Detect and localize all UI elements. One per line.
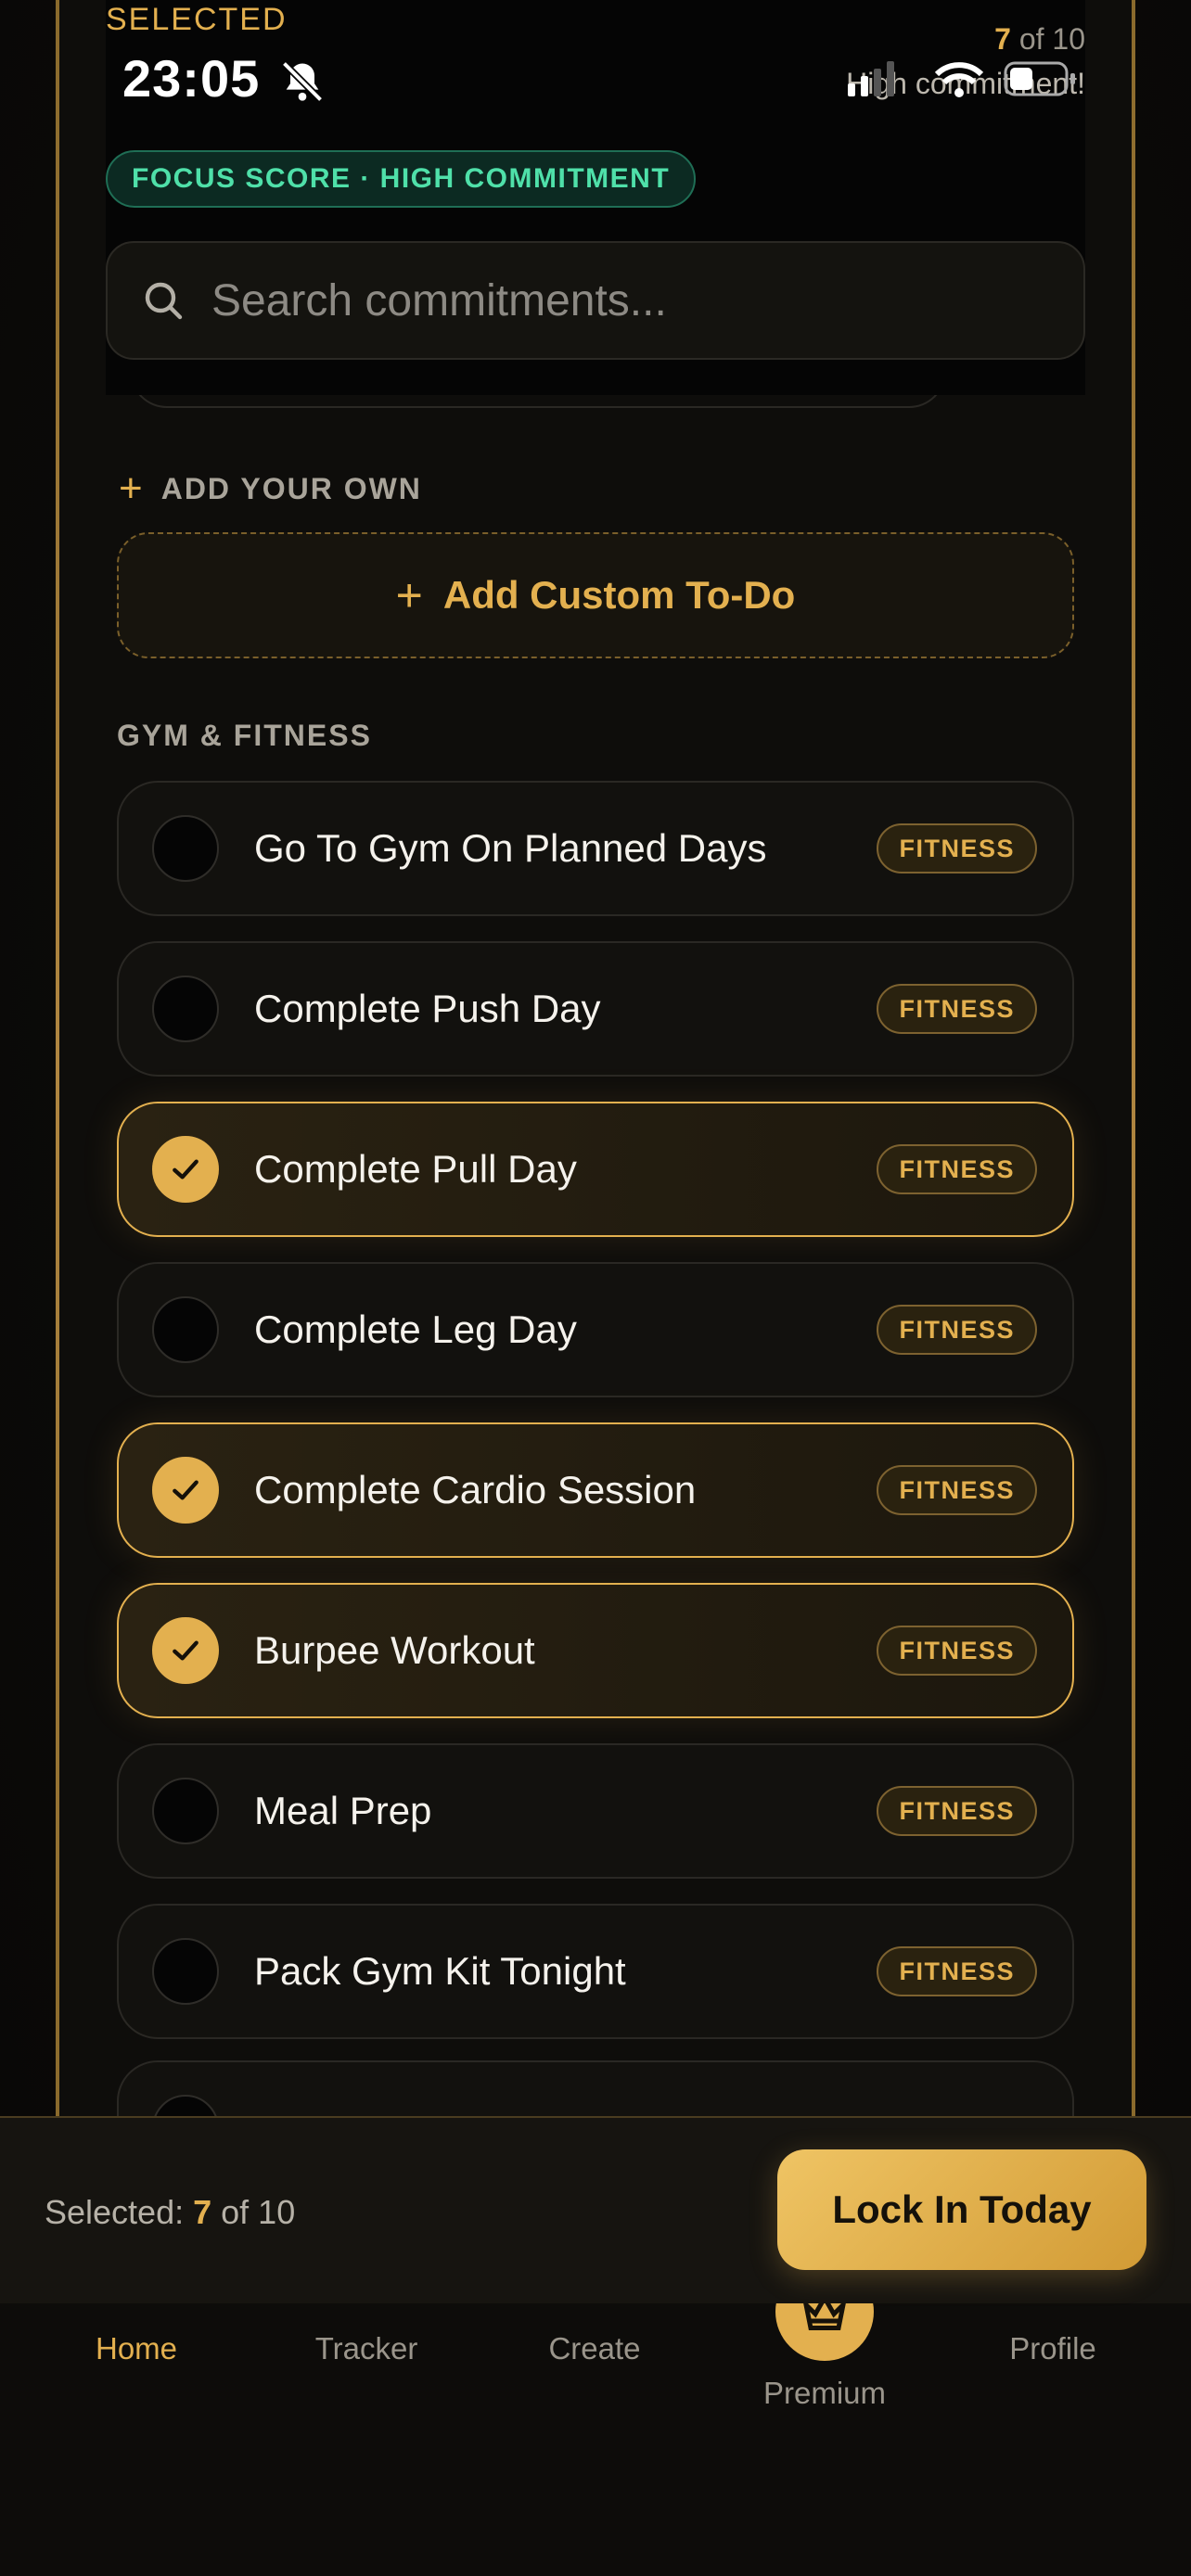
category-tag: FITNESS — [877, 1305, 1037, 1355]
status-bar-time: 23:05 — [122, 49, 261, 108]
item-label: Burpee Workout — [254, 1628, 535, 1672]
category-tag: FITNESS — [877, 1946, 1037, 1996]
list-item[interactable]: Complete Leg Day FITNESS — [117, 1262, 1074, 1397]
item-label: Complete Push Day — [254, 987, 601, 1030]
plus-icon: + — [395, 569, 423, 621]
plus-icon: + — [119, 465, 143, 511]
category-tag: FITNESS — [877, 984, 1037, 1034]
bell-muted-icon — [281, 60, 324, 103]
add-custom-todo-label: Add Custom To-Do — [442, 573, 796, 617]
counter-selected: 7 — [994, 22, 1011, 56]
selected-label: SELECTED — [106, 2, 288, 37]
item-label: Pack Gym Kit Tonight — [254, 1949, 626, 1993]
signal-icon — [848, 83, 855, 96]
counter-total: of 10 — [1010, 22, 1085, 56]
focus-score-badge: FOCUS SCORE · HIGH COMMITMENT — [106, 150, 697, 208]
list-item[interactable]: Pack Gym Kit Tonight FITNESS — [117, 1904, 1074, 2039]
category-tag: FITNESS — [877, 1786, 1037, 1836]
list-item[interactable]: Go To Gym On Planned Days FITNESS — [117, 781, 1074, 916]
search-input[interactable] — [211, 274, 1046, 326]
wifi-icon — [934, 62, 984, 77]
checkbox-unchecked[interactable] — [152, 1938, 219, 2005]
selected-count: 7 — [193, 2193, 212, 2231]
selected-prefix: Selected: — [45, 2193, 194, 2231]
search-icon — [145, 282, 183, 320]
section-title-gym-fitness: GYM & FITNESS — [117, 719, 372, 752]
category-tag: FITNESS — [877, 1465, 1037, 1515]
category-tag: FITNESS — [877, 1144, 1037, 1194]
list-item[interactable]: Complete Push Day FITNESS — [117, 941, 1074, 1077]
item-label: Complete Pull Day — [254, 1147, 577, 1191]
category-tag: FITNESS — [877, 823, 1037, 874]
search-bar[interactable] — [106, 241, 1085, 360]
selected-count-text: Selected: 7 of 10 — [45, 2193, 295, 2232]
checkbox-unchecked[interactable] — [152, 976, 219, 1042]
item-label: Meal Prep — [254, 1789, 432, 1832]
checkmark-icon — [173, 1480, 198, 1500]
tab-profile[interactable]: Profile — [960, 2331, 1146, 2366]
checkmark-icon — [173, 1640, 198, 1661]
add-your-own-heading: + ADD YOUR OWN — [119, 468, 422, 509]
add-custom-todo-button[interactable]: + Add Custom To-Do — [117, 532, 1074, 658]
item-label: Go To Gym On Planned Days — [254, 826, 767, 870]
item-label: Complete Leg Day — [254, 1307, 577, 1351]
checkbox-checked[interactable] — [152, 1617, 219, 1684]
checkbox-unchecked[interactable] — [152, 815, 219, 882]
selected-total: of 10 — [211, 2193, 296, 2231]
tab-tracker[interactable]: Tracker — [274, 2331, 459, 2366]
commitments-screen: + ADD YOUR OWN + Add Custom To-Do GYM & … — [0, 0, 1191, 2576]
list-item[interactable]: Complete Cardio Session FITNESS — [117, 1422, 1074, 1558]
list-item[interactable]: Complete Pull Day FITNESS — [117, 1102, 1074, 1237]
tab-premium[interactable]: Premium — [732, 2376, 917, 2411]
tab-home[interactable]: Home — [44, 2331, 229, 2366]
checkbox-unchecked[interactable] — [152, 1296, 219, 1363]
tab-create[interactable]: Create — [502, 2331, 687, 2366]
lock-in-today-button[interactable]: Lock In Today — [777, 2149, 1146, 2270]
checkbox-checked[interactable] — [152, 1457, 219, 1524]
checkbox-unchecked[interactable] — [152, 1778, 219, 1844]
add-your-own-label: ADD YOUR OWN — [160, 471, 422, 505]
list-item[interactable]: Meal Prep FITNESS — [117, 1743, 1074, 1879]
selection-counter: 7 of 10 — [994, 22, 1085, 57]
checkmark-icon — [173, 1159, 198, 1180]
checkbox-checked[interactable] — [152, 1136, 219, 1203]
status-bar-icons — [848, 61, 1075, 97]
category-tag: FITNESS — [877, 1626, 1037, 1676]
right-gold-rail — [1132, 0, 1135, 2116]
list-item[interactable]: Burpee Workout FITNESS — [117, 1583, 1074, 1718]
item-label: Complete Cardio Session — [254, 1468, 697, 1511]
